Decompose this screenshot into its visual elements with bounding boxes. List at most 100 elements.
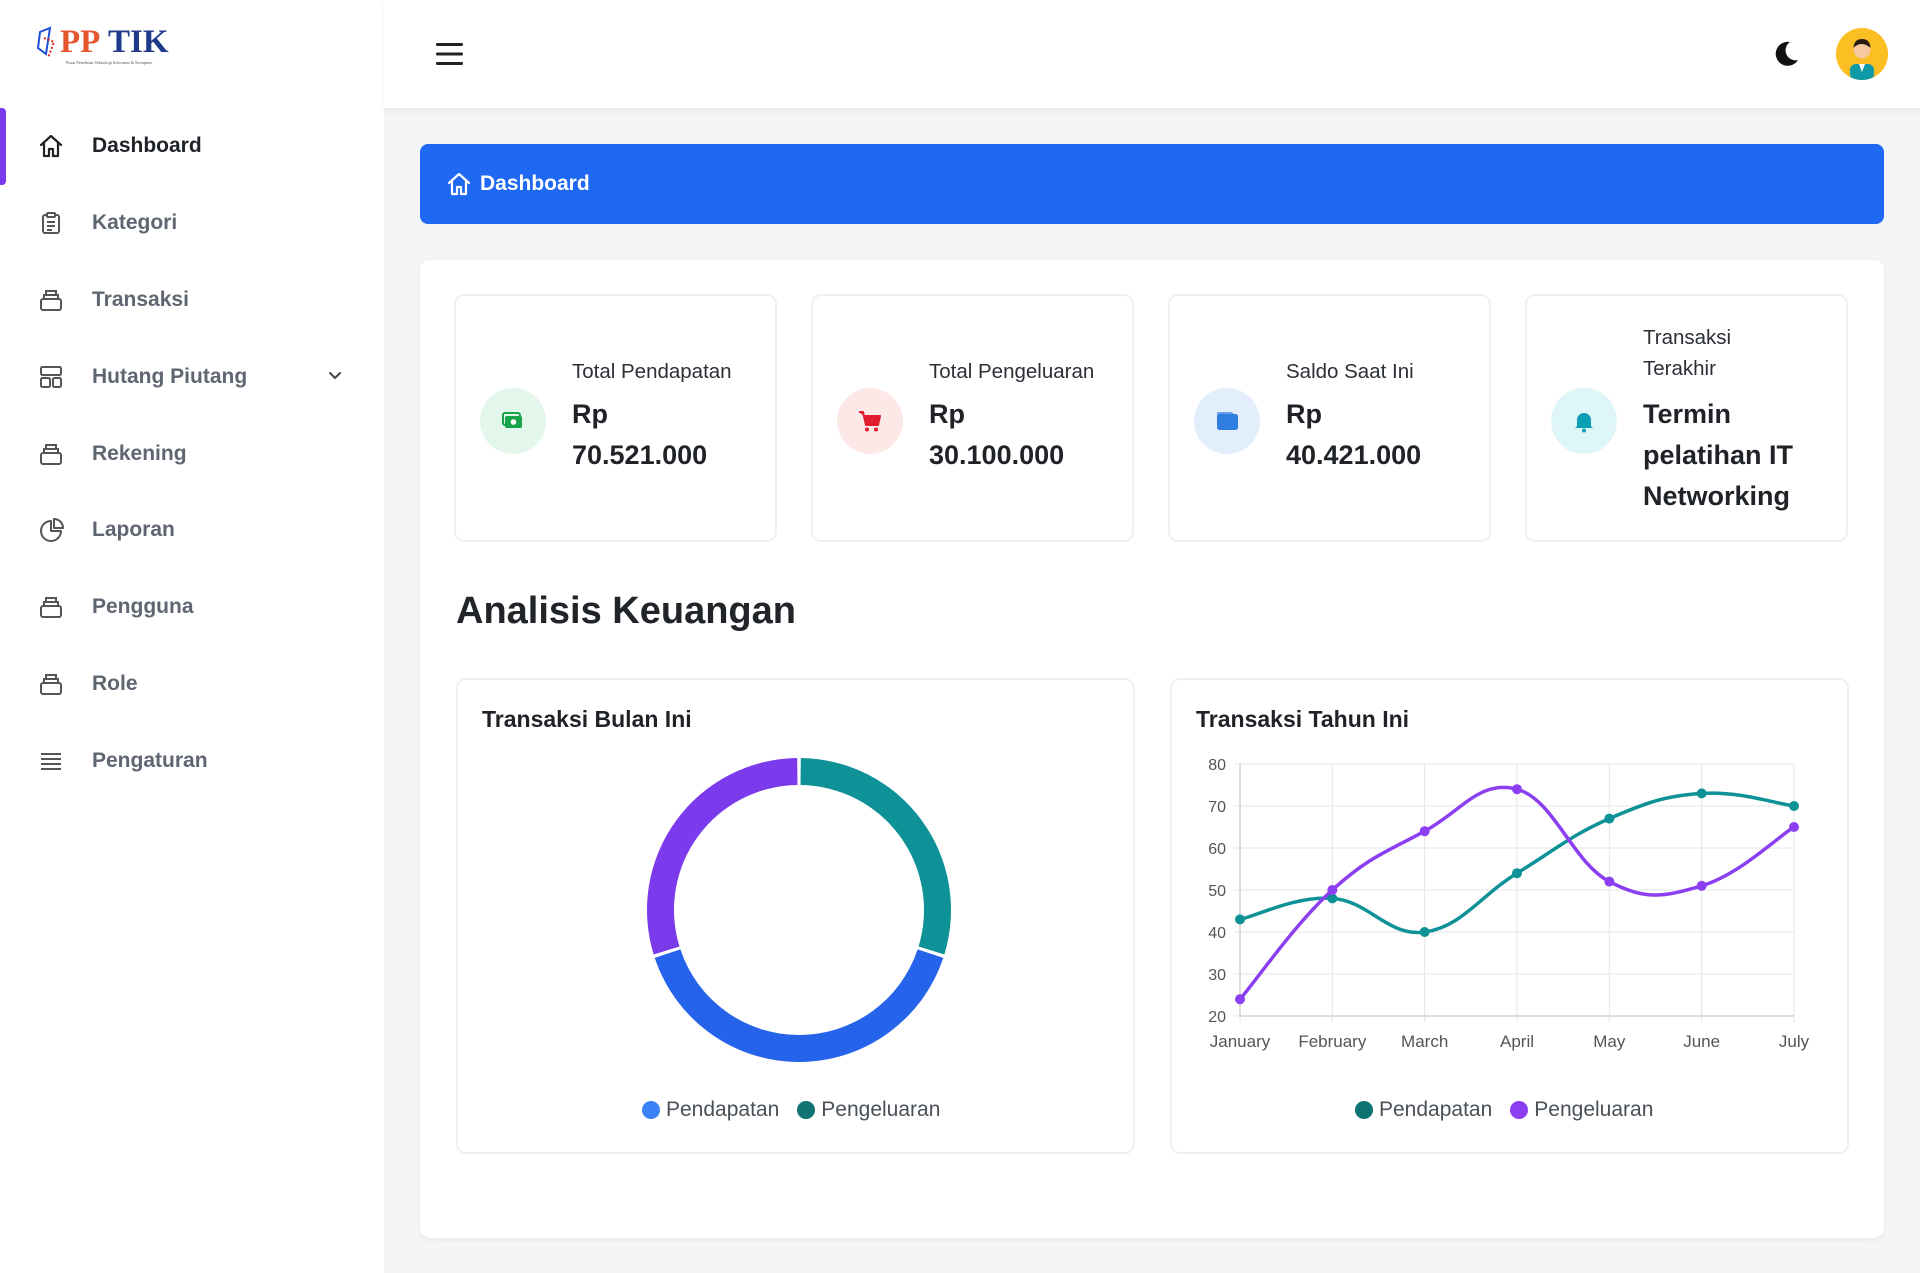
- stack-icon: [37, 286, 65, 314]
- legend-item-pendapatan[interactable]: Pendapatan: [642, 1098, 779, 1122]
- sidebar-item-label: Kategori: [92, 211, 178, 235]
- x-tick-label: June: [1683, 1032, 1720, 1051]
- x-tick-label: January: [1210, 1032, 1271, 1051]
- moon-icon[interactable]: [1770, 38, 1802, 70]
- x-tick-label: July: [1779, 1032, 1810, 1051]
- data-point-pendapatan[interactable]: [1235, 914, 1245, 925]
- stack-icon: [37, 593, 65, 621]
- stat-card-transaksi-terakhir: Transaksi Terakhir Termin pelatihan IT Ne…: [1525, 294, 1848, 542]
- sidebar-item-label: Laporan: [92, 518, 175, 542]
- sidebar-item-label: Role: [92, 671, 138, 695]
- stat-value: Rp 70.521.000: [572, 399, 708, 470]
- line-legend: Pendapatan Pengeluaran: [1355, 1098, 1671, 1122]
- data-point-pengeluaran[interactable]: [1235, 994, 1245, 1005]
- breadcrumb: Dashboard: [420, 144, 1884, 224]
- yearly-chart-title: Transaksi Tahun Ini: [1196, 706, 1410, 732]
- data-point-pendapatan[interactable]: [1604, 813, 1615, 824]
- pptik-logo[interactable]: PP TIK Pusat Penelitian Teknologi Inform…: [36, 24, 196, 76]
- sidebar-item-label: Hutang Piutang: [92, 364, 248, 388]
- stack-icon: [37, 440, 65, 468]
- legend-dot: [642, 1101, 660, 1119]
- layout-icon: [37, 363, 65, 391]
- y-tick-label: 30: [1208, 967, 1226, 984]
- stat-value: Rp 30.100.000: [929, 399, 1065, 470]
- data-point-pengeluaran[interactable]: [1696, 880, 1707, 891]
- legend-label: Pendapatan: [666, 1098, 780, 1121]
- data-point-pengeluaran[interactable]: [1604, 876, 1615, 887]
- chevron-down-icon[interactable]: [326, 366, 344, 389]
- x-tick-label: March: [1401, 1032, 1448, 1051]
- monthly-chart-card: Transaksi Bulan Ini Pendapatan Pengeluara…: [456, 678, 1135, 1154]
- user-avatar-icon[interactable]: [1836, 28, 1888, 80]
- x-tick-label: February: [1298, 1032, 1367, 1051]
- y-tick-label: 80: [1208, 757, 1226, 774]
- sidebar-item-pengguna[interactable]: Pengguna: [0, 569, 384, 646]
- doughnut-legend: Pendapatan Pengeluaran: [642, 1098, 958, 1122]
- stat-title: Transaksi Terakhir: [1643, 326, 1732, 380]
- y-tick-label: 70: [1208, 799, 1226, 816]
- stat-card-total-pendapatan: Total Pendapatan Rp 70.521.000: [454, 294, 777, 542]
- sidebar-item-laporan[interactable]: Laporan: [0, 492, 384, 569]
- data-point-pengeluaran[interactable]: [1419, 826, 1430, 837]
- sidebar-item-label: Pengaturan: [92, 748, 208, 772]
- sidebar-item-label: Transaksi: [92, 287, 189, 311]
- sidebar-item-label: Rekening: [92, 441, 187, 465]
- hamburger-icon[interactable]: [434, 40, 466, 68]
- data-point-pendapatan[interactable]: [1512, 868, 1522, 879]
- data-point-pengeluaran[interactable]: [1512, 784, 1522, 795]
- monthly-chart-title: Transaksi Bulan Ini: [482, 706, 692, 732]
- doughnut-slice-pengeluaran[interactable]: [800, 758, 952, 955]
- y-tick-label: 60: [1208, 841, 1226, 858]
- svg-text:TIK: TIK: [108, 24, 169, 60]
- data-point-pendapatan[interactable]: [1419, 927, 1430, 937]
- yearly-chart-card: Transaksi Tahun Ini 20 30 40 50 60 70 80 Januar…: [1170, 678, 1849, 1154]
- sidebar-item-transaksi[interactable]: Transaksi: [0, 262, 384, 339]
- sidebar: PP TIK Pusat Penelitian Teknologi Inform…: [0, 0, 384, 1273]
- y-tick-label: 20: [1208, 1009, 1226, 1026]
- svg-text:PP: PP: [60, 24, 100, 60]
- home-icon: [37, 132, 65, 160]
- doughnut-slice-pendapatan[interactable]: [647, 758, 798, 955]
- cart-icon: [837, 388, 903, 454]
- x-tick-label: April: [1500, 1032, 1534, 1051]
- legend-dot: [1510, 1101, 1529, 1119]
- doughnut-chart: [647, 758, 952, 1062]
- x-tick-label: May: [1593, 1032, 1626, 1051]
- legend-dot: [797, 1101, 816, 1119]
- data-point-pendapatan[interactable]: [1696, 788, 1707, 799]
- topbar: [384, 0, 1920, 108]
- stat-value: Rp 40.421.000: [1286, 399, 1422, 470]
- home-icon[interactable]: [446, 170, 474, 198]
- logo-subtitle: Pusat Penelitian Teknologi Informasi & K…: [66, 60, 153, 65]
- stat-card-total-pengeluaran: Total Pengeluaran Rp 30.100.000: [811, 294, 1134, 542]
- sidebar-item-hutang-piutang[interactable]: Hutang Piutang: [0, 338, 384, 415]
- data-point-pendapatan[interactable]: [1789, 801, 1799, 811]
- legend-label: Pendapatan: [1379, 1098, 1493, 1121]
- data-point-pengeluaran[interactable]: [1327, 885, 1338, 895]
- legend-label: Pengeluaran: [821, 1098, 941, 1121]
- stat-value: Termin pelatihan IT Networking: [1643, 399, 1794, 511]
- stack-icon: [37, 670, 65, 698]
- bell-icon: [1551, 388, 1617, 454]
- sidebar-item-dashboard[interactable]: Dashboard: [0, 108, 384, 185]
- y-tick-label: 40: [1208, 925, 1226, 942]
- sidebar-item-kategori[interactable]: Kategori: [0, 185, 384, 262]
- money-icon: [480, 388, 546, 454]
- y-tick-label: 50: [1208, 883, 1226, 900]
- sidebar-item-rekening[interactable]: Rekening: [0, 415, 384, 492]
- section-title: Analisis Keuangan: [456, 590, 796, 632]
- line-chart: 20 30 40 50 60 70 80 January February March April M…: [1208, 757, 1810, 1051]
- stat-title: Total Pengeluaran: [929, 360, 1095, 383]
- data-point-pengeluaran[interactable]: [1789, 822, 1799, 832]
- breadcrumb-label[interactable]: Dashboard: [480, 172, 590, 196]
- doughnut-slice-pendapatan[interactable]: [654, 949, 944, 1062]
- sidebar-item-label: Pengguna: [92, 595, 194, 619]
- sidebar-item-role[interactable]: Role: [0, 646, 384, 723]
- sidebar-item-pengaturan[interactable]: Pengaturan: [0, 722, 384, 799]
- wallet-icon: [1194, 388, 1260, 454]
- legend-item-pendapatan[interactable]: Pendapatan: [1355, 1098, 1492, 1122]
- legend-item-pengeluaran[interactable]: Pengeluaran: [797, 1098, 940, 1122]
- legend-dot: [1355, 1101, 1373, 1119]
- list-icon: [37, 747, 65, 775]
- legend-item-pengeluaran[interactable]: Pengeluaran: [1510, 1098, 1653, 1122]
